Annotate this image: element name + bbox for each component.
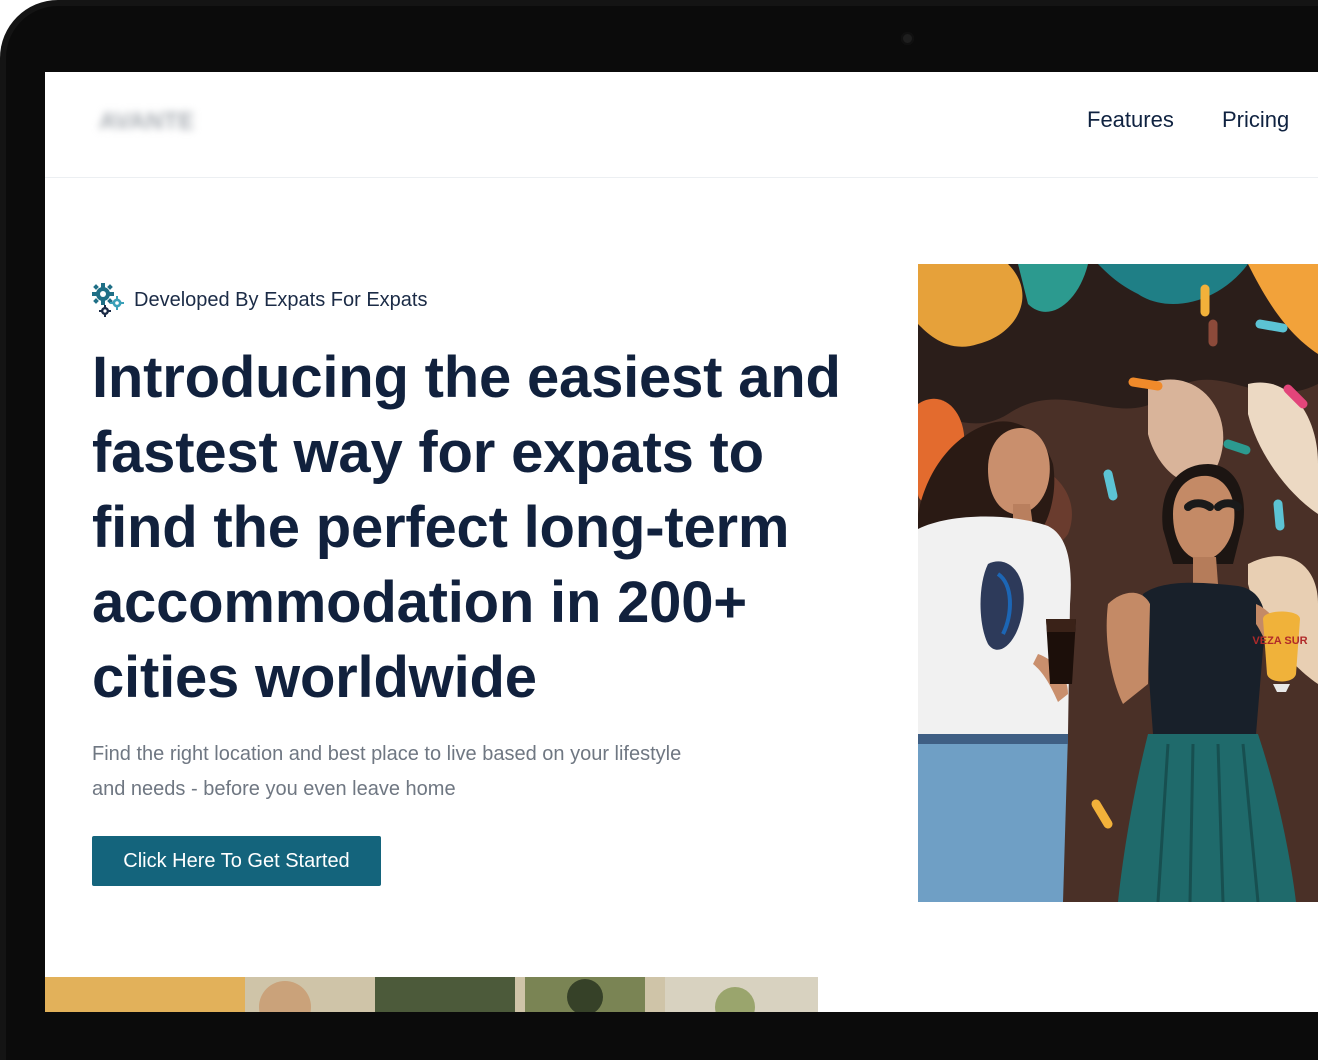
camera-icon <box>901 32 914 45</box>
secondary-photo <box>45 977 818 1012</box>
gear-icon <box>92 283 124 317</box>
hero-photo-illustration: VEZA SUR <box>918 264 1318 902</box>
hero-photo: VEZA SUR <box>918 264 1318 902</box>
tagline: Developed By Expats For Expats <box>92 283 427 317</box>
top-nav: AVANTE Features Pricing <box>45 72 1318 178</box>
secondary-photo-illustration <box>45 977 818 1012</box>
nav-link-pricing[interactable]: Pricing <box>1222 107 1289 133</box>
hero-headline: Introducing the easiest and fastest way … <box>92 340 882 715</box>
tagline-text: Developed By Expats For Expats <box>134 288 428 311</box>
hero-subtext: Find the right location and best place t… <box>92 743 682 800</box>
nav-link-features[interactable]: Features <box>1087 107 1174 133</box>
glass-label: VEZA SUR <box>1252 635 1307 647</box>
get-started-button[interactable]: Click Here To Get Started <box>92 836 381 886</box>
browser-screen: AVANTE Features Pricing Developed By Exp… <box>45 72 1318 1012</box>
brand-logo[interactable]: AVANTE <box>99 108 194 136</box>
